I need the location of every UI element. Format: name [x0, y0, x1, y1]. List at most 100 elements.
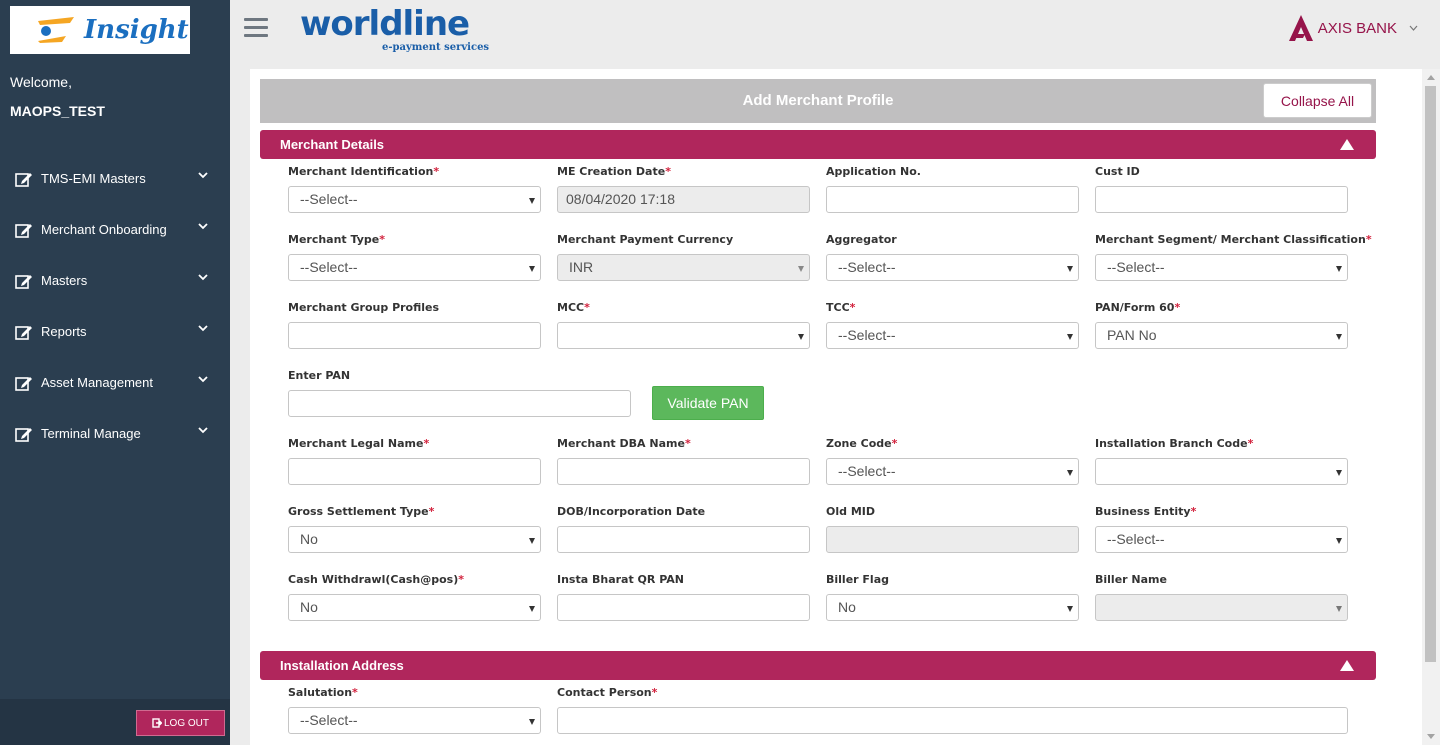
field-biller-flag: Biller Flag No: [826, 573, 1079, 621]
field-label: Cash Withdrawl(Cash@pos): [288, 573, 459, 586]
field-zone-code: Zone Code* --Select--: [826, 437, 1079, 485]
cash-withdrawl-select[interactable]: No: [288, 594, 541, 621]
collapse-triangle-icon[interactable]: [1340, 139, 1354, 150]
merchant-group-profiles-input[interactable]: [288, 322, 541, 349]
scrollbar-thumb[interactable]: [1425, 86, 1436, 662]
sidebar-item-asset-management[interactable]: Asset Management: [0, 357, 230, 408]
chevron-down-icon: [1409, 25, 1418, 31]
biller-name-select[interactable]: [1095, 594, 1348, 621]
application-no-input[interactable]: [826, 186, 1079, 213]
sidebar-item-label: Merchant Onboarding: [41, 222, 167, 237]
select-value: --Select--: [300, 191, 358, 207]
mcc-select[interactable]: [557, 322, 810, 349]
dob-incorporation-date-input[interactable]: [557, 526, 810, 553]
select-value: INR: [569, 259, 594, 275]
business-entity-select[interactable]: --Select--: [1095, 526, 1348, 553]
me-creation-date-input[interactable]: 08/04/2020 17:18: [557, 186, 810, 213]
sidebar-item-label: Masters: [41, 273, 88, 288]
merchant-dba-name-input[interactable]: [557, 458, 810, 485]
field-mcc: MCC*: [557, 301, 810, 349]
merchant-segment-select[interactable]: --Select--: [1095, 254, 1348, 281]
field-label: Zone Code: [826, 437, 892, 450]
collapse-triangle-icon[interactable]: [1340, 660, 1354, 671]
chevron-down-icon: [198, 427, 208, 434]
section-installation-address[interactable]: Installation Address: [260, 651, 1376, 680]
scroll-up-arrow-icon[interactable]: [1427, 75, 1435, 80]
field-label: Contact Person: [557, 686, 652, 699]
sidebar-item-terminal-manage[interactable]: Terminal Manage: [0, 408, 230, 459]
merchant-legal-name-input[interactable]: [288, 458, 541, 485]
sidebar-item-reports[interactable]: Reports: [0, 306, 230, 357]
field-label: MCC: [557, 301, 585, 314]
bank-name: AXIS BANK: [1317, 19, 1397, 37]
field-biller-name: Biller Name: [1095, 573, 1348, 621]
pan-form60-select[interactable]: PAN No: [1095, 322, 1348, 349]
enter-pan-input[interactable]: [288, 390, 631, 417]
validate-pan-button[interactable]: Validate PAN: [652, 386, 764, 420]
chevron-down-icon: [198, 274, 208, 281]
field-aggregator: Aggregator --Select--: [826, 233, 1079, 281]
insight-logo[interactable]: Insight: [10, 6, 190, 54]
field-dob-incorporation-date: DOB/Incorporation Date: [557, 505, 810, 553]
field-me-creation-date: ME Creation Date* 08/04/2020 17:18: [557, 165, 810, 213]
dropdown-arrow-icon: [1336, 470, 1342, 476]
installation-branch-code-select[interactable]: [1095, 458, 1348, 485]
scroll-down-arrow-icon[interactable]: [1427, 734, 1435, 739]
logout-bar: LOG OUT: [0, 699, 230, 745]
field-label: Enter PAN: [288, 369, 351, 382]
page-title: Add Merchant Profile: [742, 92, 894, 109]
sidebar-nav: TMS-EMI Masters Merchant Onboarding Mast…: [0, 153, 230, 459]
input-value: 08/04/2020 17:18: [566, 191, 675, 207]
field-label: Gross Settlement Type: [288, 505, 429, 518]
sidebar-item-label: Asset Management: [41, 375, 154, 390]
field-label: Merchant Identification: [288, 165, 434, 178]
field-merchant-group-profiles: Merchant Group Profiles: [288, 301, 541, 349]
sidebar-item-label: Terminal Manage: [41, 426, 141, 441]
menu-toggle-icon[interactable]: [244, 18, 268, 38]
field-salutation: Salutation* --Select--: [288, 686, 541, 734]
biller-flag-select[interactable]: No: [826, 594, 1079, 621]
insta-bharat-qr-pan-input[interactable]: [557, 594, 810, 621]
cust-id-input[interactable]: [1095, 186, 1348, 213]
bank-account-menu[interactable]: AXIS BANK: [1288, 14, 1418, 42]
field-enter-pan: Enter PAN: [288, 369, 631, 417]
header: worldline e-payment services AXIS BANK: [230, 0, 1440, 60]
merchant-type-select[interactable]: --Select--: [288, 254, 541, 281]
worldline-logo: worldline e-payment services: [300, 4, 489, 53]
logout-button[interactable]: LOG OUT: [136, 710, 225, 736]
collapse-all-button[interactable]: Collapse All: [1263, 83, 1372, 118]
tcc-select[interactable]: --Select--: [826, 322, 1079, 349]
axis-bank-logo-icon: [1288, 15, 1313, 41]
dropdown-arrow-icon: [1336, 334, 1342, 340]
field-label: Biller Name: [1095, 573, 1167, 586]
field-application-no: Application No.: [826, 165, 1079, 213]
sidebar-item-merchant-onboarding[interactable]: Merchant Onboarding: [0, 204, 230, 255]
field-label: Merchant Payment Currency: [557, 233, 734, 246]
field-contact-person: Contact Person*: [557, 686, 1348, 734]
old-mid-input[interactable]: [826, 526, 1079, 553]
select-value: No: [300, 599, 318, 615]
chevron-down-icon: [198, 325, 208, 332]
field-merchant-type: Merchant Type* --Select--: [288, 233, 541, 281]
gross-settlement-type-select[interactable]: No: [288, 526, 541, 553]
page-scrollbar[interactable]: [1422, 69, 1440, 745]
merchant-identification-select[interactable]: --Select--: [288, 186, 541, 213]
edit-icon: [15, 376, 32, 391]
dropdown-arrow-icon: [1067, 334, 1073, 340]
dropdown-arrow-icon: [1336, 266, 1342, 272]
merchant-payment-currency-select[interactable]: INR: [557, 254, 810, 281]
field-tcc: TCC* --Select--: [826, 301, 1079, 349]
sidebar-item-masters[interactable]: Masters: [0, 255, 230, 306]
salutation-select[interactable]: --Select--: [288, 707, 541, 734]
contact-person-input[interactable]: [557, 707, 1348, 734]
zone-code-select[interactable]: --Select--: [826, 458, 1079, 485]
section-merchant-details[interactable]: Merchant Details: [260, 130, 1376, 159]
field-label: PAN/Form 60: [1095, 301, 1175, 314]
sidebar-item-tms-emi-masters[interactable]: TMS-EMI Masters: [0, 153, 230, 204]
username: MAOPS_TEST: [10, 103, 105, 119]
field-cust-id: Cust ID: [1095, 165, 1348, 213]
field-label: ME Creation Date: [557, 165, 666, 178]
aggregator-select[interactable]: --Select--: [826, 254, 1079, 281]
field-label: Merchant Group Profiles: [288, 301, 440, 314]
select-value: --Select--: [1107, 531, 1165, 547]
